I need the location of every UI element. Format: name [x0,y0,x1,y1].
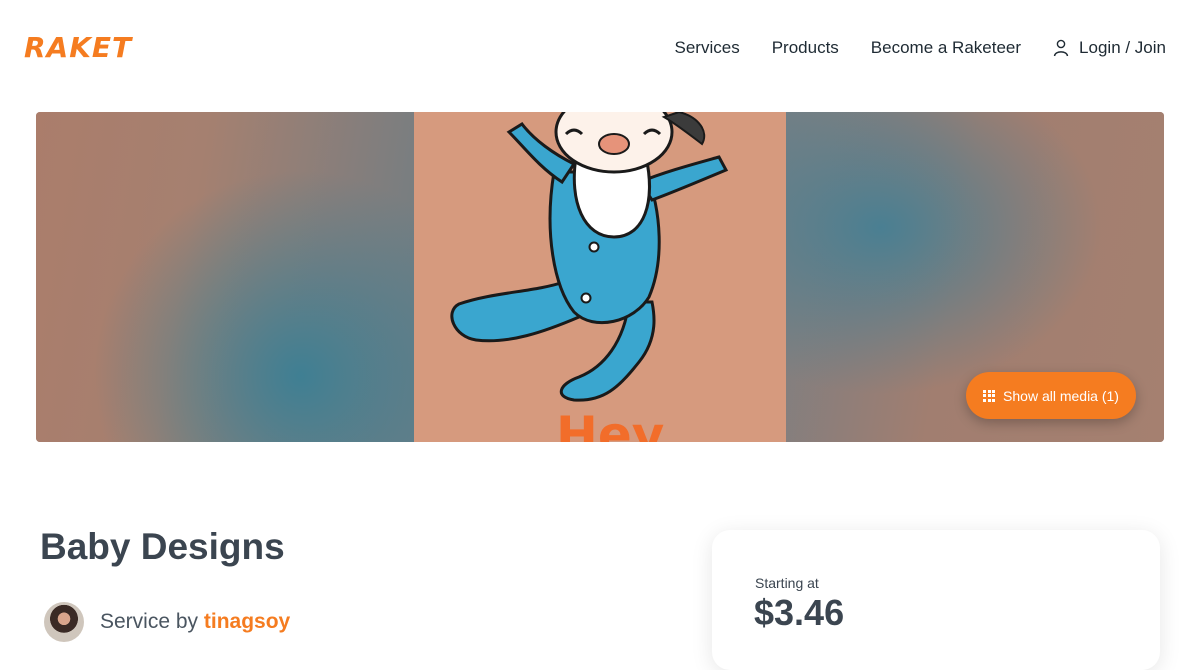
login-join-label: Login / Join [1079,38,1166,57]
provider-avatar[interactable] [44,602,84,642]
grid-icon [983,389,996,402]
top-navbar: RAKET Services Products Become a Raketee… [0,0,1200,100]
nav-products[interactable]: Products [772,38,839,58]
hey-text: Hey [556,406,664,442]
show-all-media-label: Show all media (1) [1003,387,1119,404]
show-all-media-button[interactable]: Show all media (1) [966,372,1136,419]
user-icon [1053,39,1069,57]
provider-text: Service by tinagsoy [100,610,290,634]
pricing-card: Starting at $3.46 [712,530,1160,670]
main-nav: Services Products Become a Raketeer Logi… [643,38,1166,58]
hero-blurred-backdrop-left [36,112,414,442]
baby-illustration: Hey [450,112,729,442]
service-provider: Service by tinagsoy [44,602,290,642]
starting-at-label: Starting at [755,575,819,591]
nav-become-raketeer[interactable]: Become a Raketeer [871,38,1021,58]
nav-services[interactable]: Services [675,38,740,58]
hero-main-image[interactable]: Hey [414,112,786,442]
raket-logo[interactable]: RAKET [24,31,132,64]
price-value: $3.46 [754,592,845,633]
login-join-link[interactable]: Login / Join [1053,38,1166,58]
service-title: Baby Designs [40,526,285,567]
